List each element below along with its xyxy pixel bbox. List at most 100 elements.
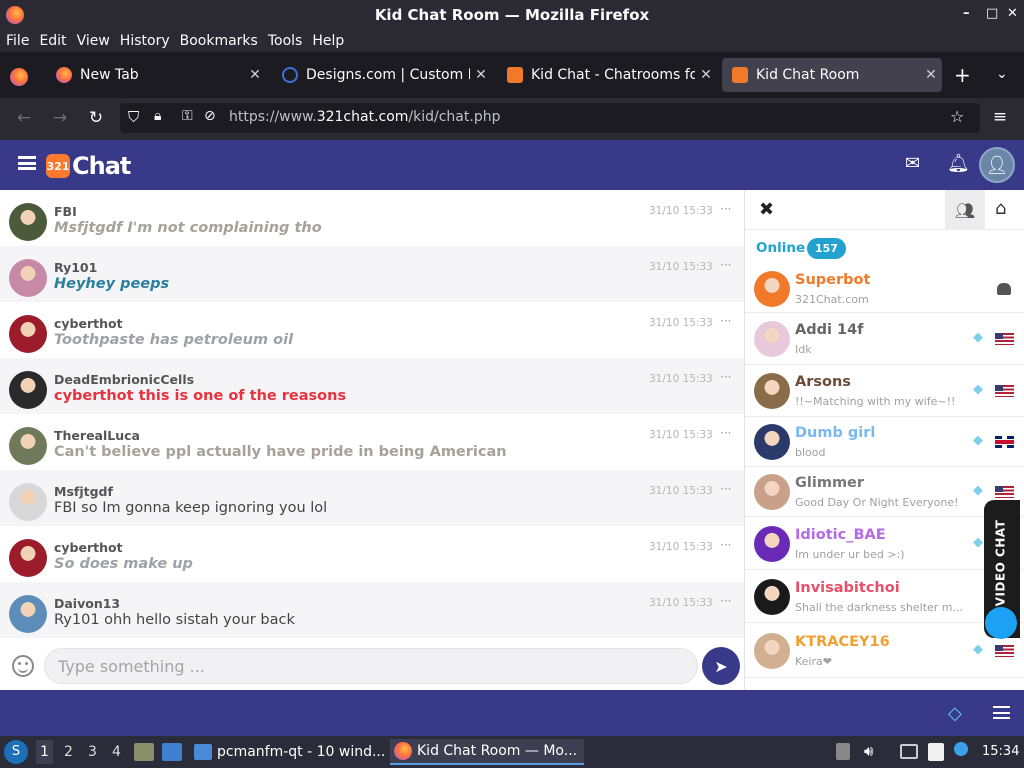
permissions-icon[interactable]: ⚿ bbox=[182, 108, 193, 124]
user-list-item[interactable]: Dumb girl blood ◆ bbox=[745, 417, 1024, 467]
bookmark-star-icon[interactable]: ☆ bbox=[950, 107, 964, 126]
storage-icon[interactable] bbox=[836, 743, 850, 760]
user-list-item[interactable]: Invisabitchoi Shall the darkness shelter … bbox=[745, 570, 1024, 623]
menu-help[interactable]: Help bbox=[312, 33, 344, 49]
message-options-icon[interactable]: ··· bbox=[720, 314, 731, 328]
message-username[interactable]: DeadEmbrionicCells bbox=[54, 372, 194, 387]
tab-label: Kid Chat - Chatrooms for bbox=[531, 67, 695, 83]
message-avatar[interactable] bbox=[9, 483, 47, 521]
user-avatar-icon[interactable]: 👤︎ bbox=[979, 147, 1015, 183]
task-pcmanfm[interactable]: pcmanfm-qt - 10 wind... bbox=[194, 739, 386, 765]
user-name: Invisabitchoi bbox=[795, 579, 900, 596]
menu-bookmarks[interactable]: Bookmarks bbox=[180, 33, 258, 49]
message-username[interactable]: FBI bbox=[54, 204, 77, 219]
tab-kid-chat-chatrooms[interactable]: Kid Chat - Chatrooms for ✕ bbox=[497, 58, 717, 92]
file-manager-launcher-icon[interactable] bbox=[134, 743, 154, 761]
tab-close-icon[interactable]: ✕ bbox=[470, 67, 492, 83]
user-list-item[interactable]: Superbot 321Chat.com bbox=[745, 265, 1024, 313]
emoji-icon[interactable] bbox=[12, 655, 34, 677]
message-username[interactable]: TherealLuca bbox=[54, 428, 140, 443]
home-icon[interactable]: ⌂ bbox=[995, 198, 1006, 219]
tab-close-icon[interactable]: ✕ bbox=[920, 67, 942, 83]
new-tab-plus-icon[interactable]: + bbox=[954, 63, 971, 87]
url-prefix: https://www. bbox=[229, 109, 317, 125]
message-avatar[interactable] bbox=[9, 595, 47, 633]
send-button[interactable]: ➤ bbox=[702, 647, 740, 685]
desktop-launcher-icon[interactable] bbox=[162, 743, 182, 761]
menu-edit[interactable]: Edit bbox=[39, 33, 66, 49]
url-text[interactable]: https://www.321chat.com/kid/chat.php bbox=[229, 109, 500, 125]
video-chat-toggle[interactable] bbox=[985, 607, 1017, 639]
diamond-icon[interactable]: ◇ bbox=[948, 703, 962, 724]
shield-icon[interactable]: ⛉ bbox=[128, 108, 139, 126]
tab-close-icon[interactable]: ✕ bbox=[244, 67, 266, 83]
tab-new-tab[interactable]: New Tab ✕ bbox=[46, 58, 266, 92]
user-list-item[interactable]: Idiotic_BAE Im under ur bed >:) ◆ bbox=[745, 517, 1024, 570]
hamburger-menu-icon[interactable] bbox=[18, 156, 36, 170]
minimize-icon[interactable]: – bbox=[963, 6, 970, 21]
message-username[interactable]: Daivon13 bbox=[54, 596, 120, 611]
message-options-icon[interactable]: ··· bbox=[720, 482, 731, 496]
message-time: 31/10 15:33 bbox=[649, 597, 713, 609]
message-options-icon[interactable]: ··· bbox=[720, 202, 731, 216]
bell-icon[interactable]: 🔔︎ bbox=[947, 153, 970, 174]
task-firefox[interactable]: Kid Chat Room — Mo... bbox=[390, 739, 584, 765]
users-tab-icon[interactable]: 👥︎ bbox=[945, 190, 985, 230]
notification-icon[interactable] bbox=[954, 742, 968, 756]
tab-designs[interactable]: Designs.com | Custom De ✕ bbox=[272, 58, 492, 92]
workspace-3[interactable]: 3 bbox=[88, 744, 97, 760]
tab-label: Designs.com | Custom De bbox=[306, 67, 470, 83]
envelope-icon[interactable]: ✉ bbox=[905, 153, 920, 174]
message-options-icon[interactable]: ··· bbox=[720, 594, 731, 608]
network-icon[interactable] bbox=[900, 744, 918, 759]
workspace-4[interactable]: 4 bbox=[112, 744, 121, 760]
user-list-item[interactable]: KTRACEY16 Keira❤ ◆ bbox=[745, 623, 1024, 678]
reload-icon[interactable]: ↻ bbox=[85, 108, 107, 128]
message-input[interactable] bbox=[44, 648, 698, 684]
url-bar[interactable]: ⛉ 🔒︎ ⚿ ⊘ https://www.321chat.com/kid/cha… bbox=[120, 103, 980, 133]
user-avatar bbox=[754, 321, 790, 357]
volume-icon[interactable]: 🔊︎ bbox=[864, 742, 873, 760]
message-avatar[interactable] bbox=[9, 539, 47, 577]
message-avatar[interactable] bbox=[9, 427, 47, 465]
message-username[interactable]: cyberthot bbox=[54, 316, 123, 331]
workspace-1[interactable]: 1 bbox=[36, 740, 53, 764]
user-list-item[interactable]: Arsons !!~Matching with my wife~!! ◆ bbox=[745, 365, 1024, 417]
message-username[interactable]: Msfjtgdf bbox=[54, 484, 113, 499]
close-sidebar-icon[interactable]: ✖ bbox=[759, 199, 774, 220]
message-avatar[interactable] bbox=[9, 259, 47, 297]
message-avatar[interactable] bbox=[9, 315, 47, 353]
menu-view[interactable]: View bbox=[77, 33, 110, 49]
app-menu-icon[interactable]: ≡ bbox=[989, 107, 1011, 127]
close-window-icon[interactable]: ✕ bbox=[1007, 6, 1018, 21]
site-logo[interactable]: 321 Chat bbox=[46, 152, 131, 180]
tracking-blocked-icon[interactable]: ⊘ bbox=[204, 108, 216, 124]
menu-file[interactable]: File bbox=[6, 33, 29, 49]
user-list-item[interactable]: Addi 14f Idk ◆ bbox=[745, 313, 1024, 365]
message-username[interactable]: Ry101 bbox=[54, 260, 97, 275]
firefox-view-icon[interactable] bbox=[10, 68, 28, 86]
forward-arrow-icon[interactable]: → bbox=[49, 108, 71, 128]
lock-icon[interactable]: 🔒︎ bbox=[154, 108, 161, 124]
message-options-icon[interactable]: ··· bbox=[720, 258, 731, 272]
tab-kid-chat-room[interactable]: Kid Chat Room ✕ bbox=[722, 58, 942, 92]
message-avatar[interactable] bbox=[9, 371, 47, 409]
message-time: 31/10 15:33 bbox=[649, 485, 713, 497]
message-options-icon[interactable]: ··· bbox=[720, 538, 731, 552]
message-username[interactable]: cyberthot bbox=[54, 540, 123, 555]
footer-menu-icon[interactable] bbox=[993, 706, 1010, 719]
menu-tools[interactable]: Tools bbox=[268, 33, 303, 49]
maximize-icon[interactable]: □ bbox=[986, 6, 998, 21]
workspace-2[interactable]: 2 bbox=[64, 744, 73, 760]
user-list-item[interactable]: Glimmer Good Day Or Night Everyone! ◆ bbox=[745, 467, 1024, 517]
message-options-icon[interactable]: ··· bbox=[720, 426, 731, 440]
message-avatar[interactable] bbox=[9, 203, 47, 241]
taskbar: S 1 2 3 4 pcmanfm-qt - 10 wind... Kid Ch… bbox=[0, 736, 1024, 768]
list-all-tabs-chevron-icon[interactable]: ⌄ bbox=[996, 66, 1008, 82]
tab-close-icon[interactable]: ✕ bbox=[695, 67, 717, 83]
clipboard-icon[interactable] bbox=[928, 743, 944, 761]
message-options-icon[interactable]: ··· bbox=[720, 370, 731, 384]
back-arrow-icon[interactable]: ← bbox=[13, 108, 35, 128]
start-menu-icon[interactable]: S bbox=[4, 740, 28, 764]
menu-history[interactable]: History bbox=[120, 33, 170, 49]
